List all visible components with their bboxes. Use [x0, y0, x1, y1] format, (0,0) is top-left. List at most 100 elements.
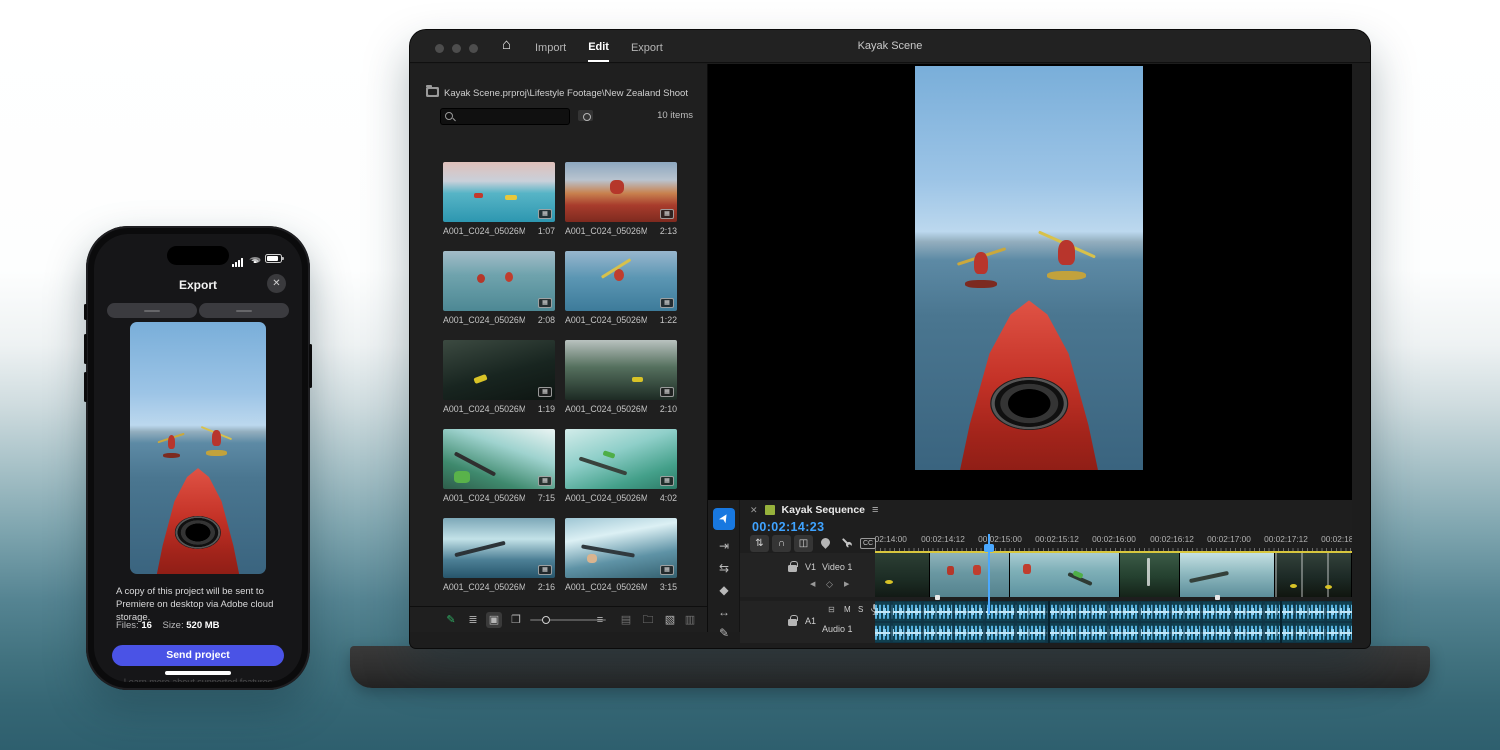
clip-thumbnail[interactable]: ▦ [443, 518, 555, 578]
clip-card: ▦ A001_C024_05026M.RDC…1:19 [443, 340, 555, 414]
add-keyframe-icon[interactable]: ◇ [826, 579, 833, 590]
clip-badge-icon: ▦ [538, 298, 552, 308]
clip-badge-icon: ▦ [660, 387, 674, 397]
media-panel-toolbar: ✎ ≣ ▣ ❐ ≡ ▤ 🗀 ▧ ▥ [410, 606, 707, 632]
home-indicator[interactable] [165, 671, 231, 675]
track-select-forward-tool[interactable]: ⇥ [713, 536, 735, 556]
clip-thumbnail[interactable]: ▦ [565, 162, 677, 222]
clip-thumbnail[interactable]: ▦ [565, 429, 677, 489]
clip-badge-icon: ▦ [660, 298, 674, 308]
clip-duration: 1:22 [660, 315, 677, 325]
grid-view-icon[interactable]: ▣ [486, 612, 502, 628]
clip-card: ▦ A001_C024_05026M.RDC…1:22 [565, 251, 677, 325]
lock-icon[interactable] [788, 619, 797, 626]
add-marker-icon[interactable] [819, 536, 832, 549]
window-zoom-dot[interactable] [469, 44, 478, 53]
search-input[interactable] [459, 109, 567, 124]
laptop-base [350, 646, 1430, 688]
video-track-id[interactable]: V1 [805, 562, 816, 572]
battery-icon [265, 254, 282, 263]
linked-selection-icon[interactable]: ◫ [794, 535, 813, 552]
mute-button[interactable]: M [844, 605, 851, 614]
media-browser-panel: Kayak Scene.prproj\Lifestyle Footage\New… [410, 64, 708, 632]
snap-magnet-icon[interactable]: ∩ [772, 535, 791, 552]
filmstrip-view-icon[interactable]: ❐ [508, 612, 524, 628]
video-track-content[interactable] [875, 553, 1352, 597]
sequence-tab[interactable]: ✕ Kayak Sequence ≡ [750, 504, 878, 516]
tab-import[interactable]: Import [535, 33, 566, 61]
new-folder-icon[interactable]: 🗀 [640, 612, 656, 628]
pen-tool[interactable]: ✎ [713, 623, 735, 643]
clip-thumbnail[interactable]: ▦ [443, 251, 555, 311]
video-track-name[interactable]: Video 1 [822, 562, 852, 572]
list-view-icon[interactable]: ≣ [465, 612, 481, 628]
slip-tool[interactable]: ↔ [713, 602, 735, 622]
trim-mode-icon[interactable]: ⇅ [750, 535, 769, 552]
phone-volume-down-button [84, 372, 87, 402]
trash-icon[interactable]: ▥ [682, 612, 698, 628]
clip-duration: 7:15 [538, 493, 555, 503]
close-sequence-icon[interactable]: ✕ [750, 505, 758, 516]
timeline-toolstrip: ➤ ⇥ ⇆ ◆ ↔ ✎ ▭ [708, 500, 740, 632]
rectangle-tool[interactable]: ▭ [713, 645, 735, 648]
selection-tool[interactable]: ➤ [713, 508, 735, 530]
audio-track-id[interactable]: A1 [805, 616, 816, 626]
audio-track-content[interactable] [875, 601, 1352, 643]
ruler-label: 00:02:17:12 [1264, 534, 1308, 544]
ripple-edit-tool[interactable]: ⇆ [713, 558, 735, 578]
razor-tool[interactable]: ◆ [713, 580, 735, 600]
timeline-settings-wrench-icon[interactable] [840, 537, 852, 549]
tab-edit[interactable]: Edit [588, 32, 609, 62]
slider-handle[interactable] [542, 616, 550, 624]
clip-thumbnail[interactable]: ▦ [443, 429, 555, 489]
items-count: 10 items [657, 110, 693, 121]
window-controls[interactable] [435, 44, 478, 53]
audio-clip-boundary [1280, 601, 1282, 643]
ruler-label: 00:02:15:12 [1035, 534, 1079, 544]
window-minimize-dot[interactable] [452, 44, 461, 53]
export-option-tab-left[interactable] [107, 303, 197, 318]
clip-thumbnail[interactable]: ▦ [565, 518, 677, 578]
clip-duration: 2:08 [538, 315, 555, 325]
tab-export[interactable]: Export [631, 33, 663, 61]
phone-device: Export ✕ A copy of this project will be … [86, 226, 310, 690]
next-keyframe-icon[interactable]: ▶ [844, 580, 849, 588]
timeline-ruler[interactable]: 00:02:14:00 00:02:14:12 00:02:15:00 00:0… [875, 532, 1352, 552]
size-label: Size: [162, 620, 183, 631]
captions-icon[interactable]: CC [860, 538, 876, 549]
edit-pencil-icon[interactable]: ✎ [443, 612, 459, 628]
breadcrumb[interactable]: Kayak Scene.prproj\Lifestyle Footage\New… [444, 88, 688, 99]
clip-badge-icon: ▦ [538, 387, 552, 397]
app-titlebar: ⌂ Import Edit Export Kayak Scene [410, 30, 1370, 63]
home-icon[interactable]: ⌂ [502, 36, 511, 53]
sequence-name: Kayak Sequence [782, 504, 865, 516]
clip-thumbnail[interactable]: ▦ [565, 251, 677, 311]
clip-badge-icon: ▦ [538, 565, 552, 575]
new-item-icon[interactable]: ▧ [662, 612, 678, 628]
sort-icon[interactable]: ≡ [592, 612, 608, 628]
lock-icon[interactable] [788, 565, 797, 572]
clip-thumbnail[interactable]: ▦ [565, 340, 677, 400]
send-project-button[interactable]: Send project [112, 645, 284, 666]
learn-more-link[interactable]: Learn more about supported features [94, 677, 302, 682]
window-close-dot[interactable] [435, 44, 444, 53]
capture-media-icon[interactable] [578, 110, 593, 121]
export-option-tab-right[interactable] [199, 303, 289, 318]
audio-meter-icon[interactable]: ⊟ [828, 605, 835, 614]
sequence-menu-icon[interactable]: ≡ [872, 504, 878, 516]
clip-thumbnail[interactable]: ▦ [443, 340, 555, 400]
solo-button[interactable]: S [858, 605, 863, 614]
clip-card: ▦ A001_C024_05026M.RDC…7:15 [443, 429, 555, 503]
clip-duration: 1:19 [538, 404, 555, 414]
project-bin-icon[interactable] [426, 87, 439, 97]
playhead[interactable] [988, 534, 990, 614]
search-icon [445, 112, 453, 120]
close-icon[interactable]: ✕ [267, 274, 286, 293]
clip-badge-icon: ▦ [660, 209, 674, 219]
laptop-screen: ⌂ Import Edit Export Kayak Scene Kayak S… [410, 30, 1370, 648]
audio-track-name[interactable]: Audio 1 [822, 624, 853, 634]
previous-keyframe-icon[interactable]: ◀ [810, 580, 815, 588]
bin-icon[interactable]: ▤ [618, 612, 634, 628]
status-bar [232, 249, 282, 267]
clip-thumbnail[interactable]: ▦ [443, 162, 555, 222]
